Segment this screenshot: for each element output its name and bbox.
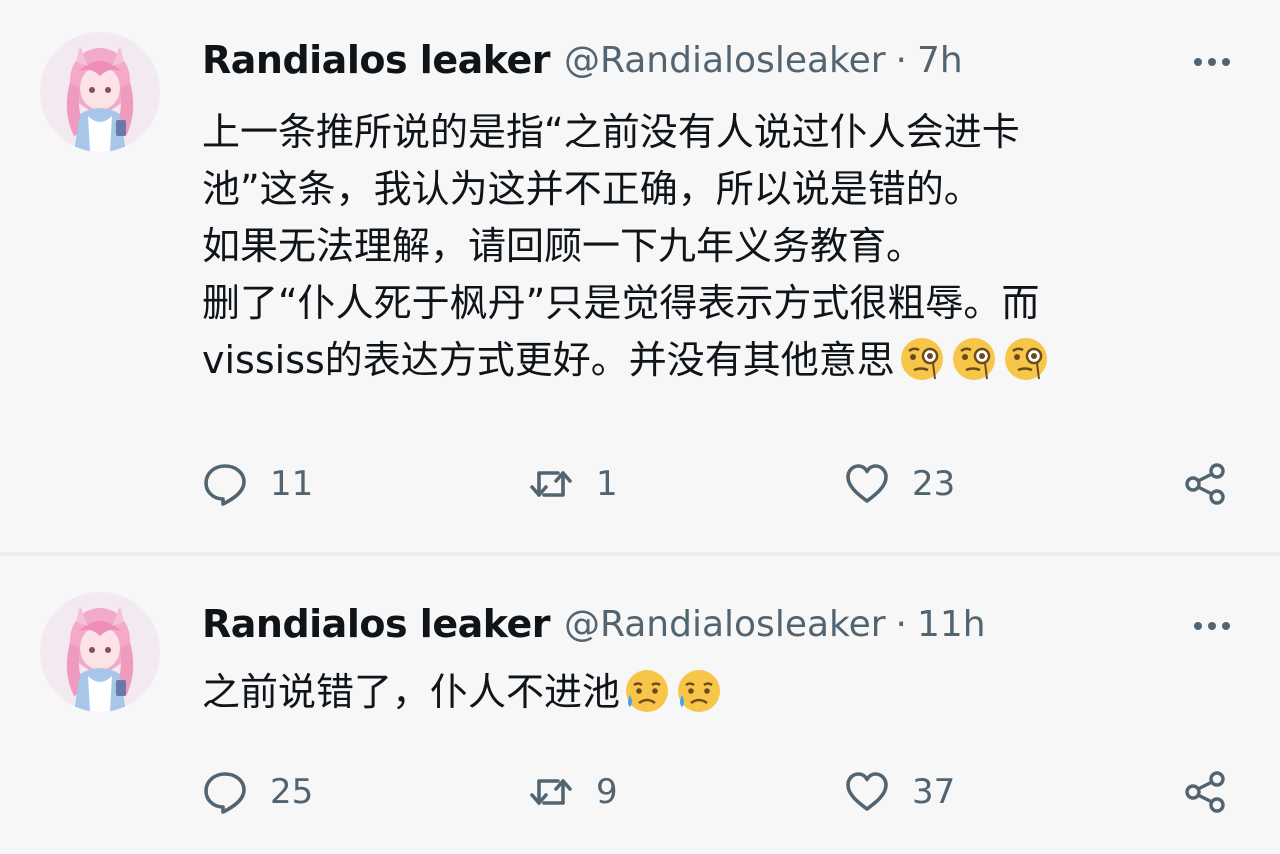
reply-icon	[204, 464, 246, 506]
retweet-count: 9	[596, 772, 618, 812]
tweet-feed: Randialos leaker @Randialosleaker · 7h 上…	[0, 0, 1280, 854]
separator-dot: ·	[895, 603, 907, 645]
anime-avatar-icon	[40, 592, 160, 712]
like-count: 23	[912, 464, 956, 504]
anime-avatar-icon	[40, 32, 160, 152]
handle[interactable]: @Randialosleaker	[564, 604, 886, 645]
share-button[interactable]	[1182, 454, 1228, 514]
tweet-actions: 25 9 37	[202, 762, 1242, 822]
avatar[interactable]	[40, 592, 160, 712]
tweet-text-line: vississ的表达方式更好。并没有其他意思	[202, 332, 1242, 389]
tweet-text-segment: 之前说错了，仆人不进池	[202, 670, 621, 714]
tweet-text-segment: vississ的表达方式更好。并没有其他意思	[202, 338, 895, 382]
heart-icon	[846, 772, 888, 811]
separator-dot: ·	[895, 39, 907, 81]
more-dots-icon	[1194, 622, 1230, 630]
tweet-text-line: 如果无法理解，请回顾一下九年义务教育。	[202, 224, 925, 268]
like-count: 37	[912, 772, 956, 812]
retweet-icon	[530, 471, 572, 497]
tweet-actions: 11 1 23	[202, 454, 1242, 514]
reply-count: 11	[270, 464, 314, 504]
sad-but-relieved-face-icon	[622, 665, 672, 715]
reply-count: 25	[270, 772, 314, 812]
timestamp[interactable]: 7h	[917, 40, 963, 81]
retweet-button[interactable]: 1	[528, 454, 618, 514]
reply-button[interactable]: 11	[202, 454, 313, 514]
tweet[interactable]: Randialos leaker @Randialosleaker · 7h 上…	[0, 0, 1280, 552]
display-name[interactable]: Randialos leaker	[202, 38, 551, 82]
more-button[interactable]	[1192, 42, 1232, 82]
tweet-text-line: 之前说错了，仆人不进池	[202, 664, 1242, 721]
reply-button[interactable]: 25	[202, 762, 313, 822]
face-with-monocle-icon	[949, 333, 999, 383]
tweet-text: 之前说错了，仆人不进池	[202, 664, 1242, 721]
tweet-header: Randialos leaker @Randialosleaker · 11h	[202, 594, 986, 654]
more-button[interactable]	[1192, 606, 1232, 646]
retweet-button[interactable]: 9	[528, 762, 618, 822]
like-button[interactable]: 23	[844, 454, 955, 514]
tweet-header: Randialos leaker @Randialosleaker · 7h	[202, 30, 963, 90]
reply-icon	[204, 772, 246, 814]
share-icon	[1185, 463, 1225, 505]
handle[interactable]: @Randialosleaker	[564, 40, 886, 81]
like-button[interactable]: 37	[844, 762, 955, 822]
retweet-count: 1	[596, 464, 618, 504]
avatar[interactable]	[40, 32, 160, 152]
tweet-text-line: 上一条推所说的是指“之前没有人说过仆人会进卡	[202, 110, 1020, 154]
timestamp[interactable]: 11h	[917, 604, 986, 645]
tweet[interactable]: Randialos leaker @Randialosleaker · 11h …	[0, 556, 1280, 854]
sad-but-relieved-face-icon	[674, 665, 724, 715]
tweet-text: 上一条推所说的是指“之前没有人说过仆人会进卡 池”这条，我认为这并不正确，所以说…	[202, 104, 1242, 389]
display-name[interactable]: Randialos leaker	[202, 602, 551, 646]
share-icon	[1185, 771, 1225, 813]
retweet-icon	[530, 779, 572, 805]
tweet-text-line: 池”这条，我认为这并不正确，所以说是错的。	[202, 167, 982, 211]
share-button[interactable]	[1182, 762, 1228, 822]
face-with-monocle-icon	[1001, 333, 1051, 383]
heart-icon	[846, 464, 888, 503]
tweet-text-line: 删了“仆人死于枫丹”只是觉得表示方式很粗辱。而	[202, 281, 1040, 325]
more-dots-icon	[1194, 58, 1230, 66]
face-with-monocle-icon	[897, 333, 947, 383]
